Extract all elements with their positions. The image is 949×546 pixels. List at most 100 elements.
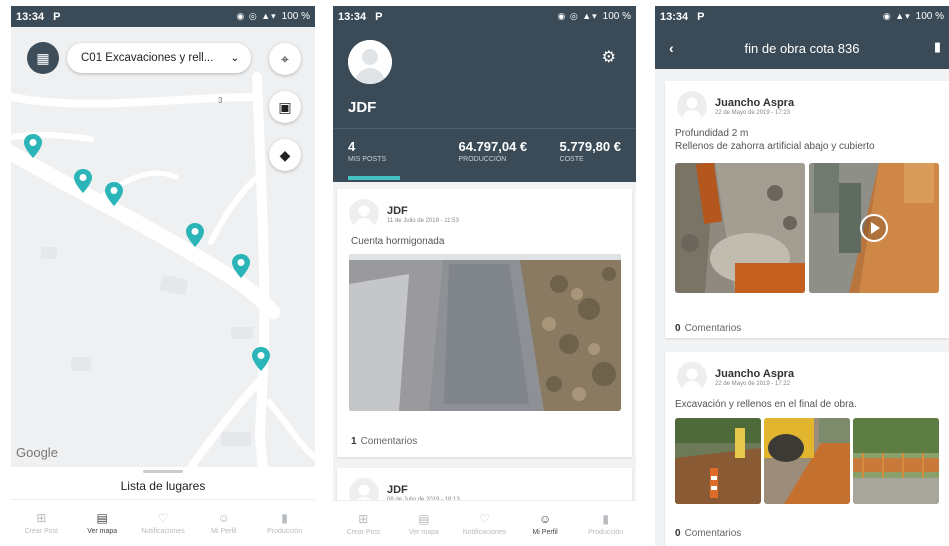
bottom-navigation: ⊞ Crear Post ▤ Ver mapa ♡ Notificaciones…: [333, 500, 636, 546]
stat-value: 5.779,80 €: [559, 139, 621, 154]
crosshair-icon: ⌖: [281, 50, 289, 67]
post-text: Profundidad 2 m Rellenos de zahorra arti…: [675, 128, 875, 152]
svg-text:3: 3: [218, 96, 223, 105]
post-card[interactable]: Juancho Aspra 22 de Mayo de 2019 - 17:22…: [665, 352, 949, 546]
concrete-trench-photo: [349, 254, 621, 411]
post-comments-link[interactable]: 0 Comentarios: [675, 528, 741, 539]
nav-label: Notificaciones: [141, 528, 185, 535]
battery-level: 100 %: [915, 11, 944, 22]
battery-level: 100 %: [281, 11, 310, 22]
project-select[interactable]: C01 Excavaciones y rell... ⌄: [67, 43, 251, 73]
pipe-trench-photo: [675, 163, 805, 293]
stat-value: 64.797,04 €: [458, 139, 528, 154]
comments-label: Comentarios: [684, 528, 742, 539]
status-time: 13:34: [338, 10, 367, 23]
post-text: Excavación y rellenos en el final de obr…: [675, 399, 857, 410]
post-photo[interactable]: [675, 163, 805, 293]
nav-notifications[interactable]: ♡ Notificaciones: [455, 512, 513, 536]
place-pin[interactable]: [104, 182, 124, 206]
map-layer-image-button[interactable]: ▣: [269, 91, 301, 123]
comments-count: 0: [675, 528, 681, 539]
chevron-down-icon: ⌄: [230, 52, 239, 64]
map-icon: ▤: [96, 511, 108, 525]
post-photo[interactable]: [349, 254, 621, 411]
nav-create-post[interactable]: ⊞ Crear Post: [12, 511, 70, 535]
place-pin[interactable]: [185, 223, 205, 247]
map-roads: 3: [11, 27, 315, 467]
avatar[interactable]: [348, 40, 392, 84]
signal-icons: ◉ ▲▾: [882, 11, 911, 21]
image-icon: ▣: [278, 98, 292, 115]
place-pin[interactable]: [23, 134, 43, 158]
app-badge: P: [697, 10, 705, 23]
user-icon: ☺: [538, 511, 552, 526]
nav-label: Producción: [588, 528, 624, 536]
projects-grid-button[interactable]: ▦: [27, 42, 59, 74]
roller-compactor-photo: [764, 418, 850, 504]
comments-label: Comentarios: [684, 323, 742, 334]
nav-production[interactable]: ▮ Producción: [256, 511, 314, 535]
stat-my-posts[interactable]: 4 MIS POSTS: [348, 139, 386, 163]
layers-button[interactable]: ◆: [269, 139, 301, 171]
post-video[interactable]: [809, 163, 939, 293]
post-date: 22 de Mayo de 2019 - 17:23: [715, 109, 791, 116]
stat-caption: COSTE: [559, 156, 584, 163]
active-tab-indicator: [348, 176, 400, 180]
post-card[interactable]: Juancho Aspra 22 de Mayo de 2019 - 17:23…: [665, 81, 949, 338]
layers-icon: ◆: [279, 146, 291, 163]
thread-title: fin de obra cota 836: [744, 40, 860, 56]
places-list-panel[interactable]: Lista de lugares: [11, 467, 315, 499]
drag-handle[interactable]: [143, 470, 183, 473]
status-time: 13:34: [660, 10, 689, 23]
places-list-title: Lista de lugares: [120, 479, 206, 493]
post-date: 11 de Julio de 2019 - 11:53: [387, 217, 459, 224]
plus-square-icon: ⊞: [36, 511, 47, 525]
play-icon[interactable]: [859, 213, 889, 243]
place-pin[interactable]: [231, 254, 251, 278]
grid-icon: ▦: [36, 49, 50, 66]
nav-create-post[interactable]: ⊞ Crear Post: [334, 512, 392, 536]
nav-label: Notificaciones: [462, 528, 507, 536]
status-bar: 13:34 P ◉ ▲▾ 100 %: [655, 6, 949, 27]
nav-label: Mi Perfil: [211, 528, 237, 535]
map-view[interactable]: 3 ▦ C01 Excavaciones y rell... ⌄ ⌖ ▣ ◆ G…: [11, 27, 315, 467]
nav-notifications[interactable]: ♡ Notificaciones: [134, 511, 192, 535]
locate-button[interactable]: ⌖: [269, 43, 301, 75]
stat-value: 4: [348, 139, 356, 154]
app-badge: P: [375, 10, 383, 23]
post-card[interactable]: JDF 11 de Julio de 2019 - 11:53 Cuenta h…: [337, 189, 632, 457]
post-comments-link[interactable]: 0 Comentarios: [675, 323, 741, 334]
google-logo: Google: [16, 445, 58, 460]
post-author: JDF: [387, 483, 408, 496]
post-author: Juancho Aspra: [715, 367, 795, 380]
gear-icon[interactable]: ⚙: [602, 47, 616, 67]
profile-header: ⚙ JDF 4 MIS POSTS 64.797,04 € PRODUCCIÓN…: [333, 27, 636, 182]
nav-production[interactable]: ▮ Producción: [577, 512, 635, 536]
stat-caption: MIS POSTS: [348, 156, 387, 163]
nav-map[interactable]: ▤ Ver mapa: [395, 512, 453, 536]
nav-label: Crear Post: [24, 528, 59, 535]
post-photo[interactable]: [675, 418, 761, 504]
place-pin[interactable]: [73, 169, 93, 193]
place-pin[interactable]: [251, 347, 271, 371]
comments-count: 0: [675, 323, 681, 334]
nav-map[interactable]: ▤ Ver mapa: [73, 511, 131, 535]
user-icon: ☺: [217, 511, 230, 525]
stat-production[interactable]: 64.797,04 € PRODUCCIÓN: [458, 139, 527, 163]
stat-cost[interactable]: 5.779,80 € COSTE: [560, 139, 621, 163]
status-time: 13:34: [16, 10, 45, 23]
post-photo[interactable]: [853, 418, 939, 504]
post-photo[interactable]: [764, 418, 850, 504]
avatar-placeholder-icon: [681, 97, 703, 121]
post-comments-link[interactable]: 1 Comentarios: [351, 436, 417, 447]
document-icon[interactable]: ▮: [934, 39, 941, 55]
avatar-placeholder-icon: [348, 40, 392, 84]
profile-stats: 4 MIS POSTS 64.797,04 € PRODUCCIÓN 5.779…: [333, 128, 636, 163]
project-select-value: C01 Excavaciones y rell...: [81, 52, 214, 64]
stat-caption: PRODUCCIÓN: [458, 156, 507, 163]
nav-profile[interactable]: ☺ Mi Perfil: [516, 512, 574, 536]
signal-icons: ◉ ◎ ▲▾: [236, 11, 277, 21]
map-screen: 13:34 P ◉ ◎ ▲▾ 100 % 3 ▦ C01 Excavacione…: [11, 6, 315, 546]
nav-profile[interactable]: ☺ Mi Perfil: [195, 511, 253, 535]
nav-label: Producción: [267, 528, 303, 535]
